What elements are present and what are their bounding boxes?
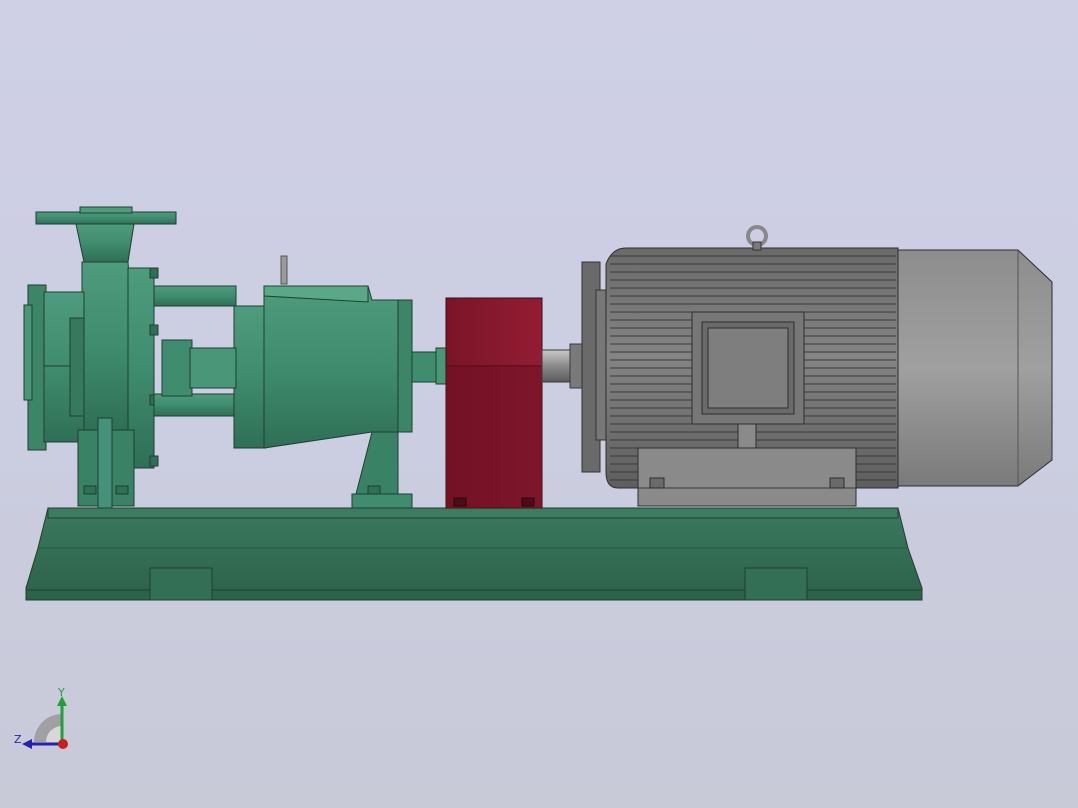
electric-motor <box>581 225 1053 507</box>
y-axis-label: Y <box>57 686 65 699</box>
coupling-guard <box>445 297 543 509</box>
base-frame <box>25 507 923 601</box>
z-axis-arrowhead <box>22 739 32 749</box>
z-axis-label: Z <box>14 733 22 746</box>
x-axis-dot <box>58 739 68 749</box>
3d-viewport[interactable]: Y Z <box>0 0 1078 808</box>
bearing-frame <box>153 255 449 509</box>
pump-assembly-model[interactable] <box>0 0 1078 808</box>
pump-casing <box>23 206 177 509</box>
orientation-triad[interactable]: Y Z <box>12 686 82 756</box>
motor-shaft <box>541 343 585 389</box>
